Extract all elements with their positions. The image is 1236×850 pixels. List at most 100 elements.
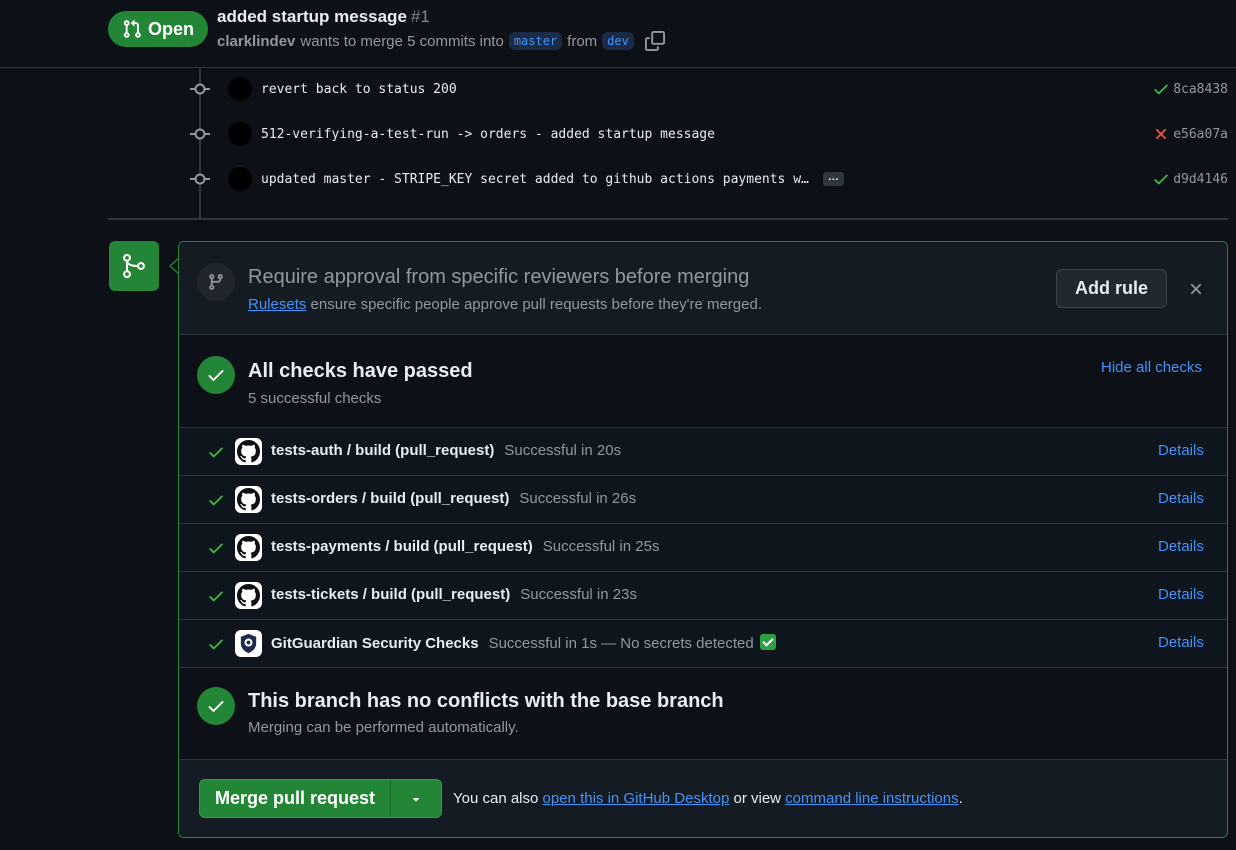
merge-status-icon-box <box>109 241 159 291</box>
pr-state-label: Open <box>147 18 194 39</box>
check-icon[interactable] <box>1152 80 1170 98</box>
timeline-divider <box>108 218 1228 220</box>
check-name: tests-orders / build (pull_request) <box>271 490 510 507</box>
pr-author-link[interactable]: clarklindev <box>217 33 295 50</box>
check-status: Successful in 1s — No secrets detected <box>488 635 754 652</box>
commit-sha-link[interactable]: 8ca8438 <box>1173 82 1228 97</box>
commit-row[interactable]: 512-verifying-a-test-run -> orders - add… <box>190 119 1236 149</box>
details-link[interactable]: Details <box>1158 586 1204 603</box>
merge-hint: You can also open this in GitHub Desktop… <box>453 790 963 807</box>
conflicts-subtitle: Merging can be performed automatically. <box>248 719 519 736</box>
avatar[interactable] <box>228 122 252 146</box>
check-status: Successful in 23s <box>520 586 637 603</box>
commit-sha-link[interactable]: e56a07a <box>1173 127 1228 142</box>
check-icon <box>208 701 224 712</box>
github-icon <box>235 486 262 513</box>
check-status: Successful in 25s <box>542 538 660 555</box>
merge-hint-prefix: You can also <box>453 790 539 807</box>
check-icon[interactable] <box>1152 170 1170 188</box>
commit-message-link[interactable]: updated master - STRIPE_KEY secret added… <box>261 172 809 187</box>
merge-hint-suffix: . <box>958 790 963 807</box>
check-icon <box>209 543 223 554</box>
github-icon <box>235 582 262 609</box>
checks-summary: All checks have passed 5 successful chec… <box>179 335 1227 428</box>
no-conflicts-badge <box>197 687 235 725</box>
checkmark-emoji-icon <box>759 634 776 650</box>
check-label: GitGuardian Security Checks Successful in… <box>271 634 776 652</box>
check-row[interactable]: tests-tickets / build (pull_request) Succ… <box>179 572 1227 620</box>
ruleset-description: Rulesets ensure specific people approve … <box>248 296 762 313</box>
merge-hint-middle: or view <box>733 790 781 807</box>
pull-request-icon <box>123 19 141 38</box>
commit-message-link[interactable]: 512-verifying-a-test-run -> orders - add… <box>261 127 715 142</box>
close-icon[interactable] <box>1187 280 1205 298</box>
git-branch-icon <box>209 274 223 290</box>
commit-sha-link[interactable]: d9d4146 <box>1173 172 1228 187</box>
check-status: Successful in 26s <box>519 490 637 507</box>
check-icon <box>208 370 224 381</box>
check-label: tests-payments / build (pull_request) Suc… <box>271 538 659 555</box>
check-name: tests-payments / build (pull_request) <box>271 538 533 555</box>
expand-commit-button[interactable]: … <box>822 172 844 186</box>
merge-button-group: Merge pull request <box>199 779 442 818</box>
pr-state-badge: Open <box>108 11 208 47</box>
check-name: tests-tickets / build (pull_request) <box>271 586 511 603</box>
check-row[interactable]: tests-payments / build (pull_request) Suc… <box>179 524 1227 572</box>
check-icon <box>209 591 223 602</box>
pr-number: #1 <box>410 7 430 26</box>
github-icon <box>235 438 262 465</box>
copy-icon[interactable] <box>644 31 665 51</box>
merge-method-dropdown[interactable] <box>391 780 441 817</box>
git-merge-icon <box>123 253 145 279</box>
ruleset-banner: Require approval from specific reviewers… <box>179 242 1227 335</box>
add-rule-button[interactable]: Add rule <box>1056 269 1167 308</box>
hide-all-checks-button[interactable]: Hide all checks <box>1101 359 1202 376</box>
from-text: from <box>567 32 598 50</box>
details-link[interactable]: Details <box>1158 634 1204 651</box>
details-link[interactable]: Details <box>1158 442 1204 459</box>
ruleset-icon-circle <box>197 263 235 301</box>
pr-meta: clarklindev wants to merge 5 commits int… <box>217 31 665 51</box>
rulesets-link[interactable]: Rulesets <box>248 296 306 313</box>
gitguardian-icon <box>235 630 262 657</box>
check-label: tests-orders / build (pull_request) Succe… <box>271 490 636 507</box>
github-icon <box>235 534 262 561</box>
command-line-instructions-link[interactable]: command line instructions <box>785 790 958 807</box>
avatar[interactable] <box>228 167 252 191</box>
avatar[interactable] <box>228 77 252 101</box>
check-row[interactable]: GitGuardian Security Checks Successful in… <box>179 620 1227 668</box>
commit-message-link[interactable]: revert back to status 200 <box>261 82 457 97</box>
x-icon[interactable] <box>1152 125 1170 143</box>
ruleset-title: Require approval from specific reviewers… <box>248 266 750 288</box>
check-icon <box>209 639 223 650</box>
merge-description: wants to merge 5 commits into <box>300 32 504 50</box>
check-status: Successful in 20s <box>504 442 622 459</box>
commit-node-icon <box>190 83 210 95</box>
merge-pull-request-button[interactable]: Merge pull request <box>200 780 391 817</box>
head-branch-tag[interactable]: dev <box>602 32 634 50</box>
check-name: tests-auth / build (pull_request) <box>271 442 495 459</box>
base-branch-tag[interactable]: master <box>508 32 563 50</box>
conflicts-section: This branch has no conflicts with the ba… <box>179 667 1227 760</box>
conflicts-title: This branch has no conflicts with the ba… <box>248 690 724 712</box>
commit-node-icon <box>190 173 210 185</box>
commit-row[interactable]: updated master - STRIPE_KEY secret added… <box>190 164 1236 194</box>
pr-header: Open added startup message #1 clarklindev… <box>0 0 1236 68</box>
check-icon <box>209 495 223 506</box>
pr-title-text: added startup message <box>217 7 407 26</box>
check-row[interactable]: tests-auth / build (pull_request) Success… <box>179 428 1227 476</box>
check-label: tests-tickets / build (pull_request) Succ… <box>271 586 637 603</box>
details-link[interactable]: Details <box>1158 490 1204 507</box>
github-desktop-link[interactable]: open this in GitHub Desktop <box>543 790 730 807</box>
details-link[interactable]: Details <box>1158 538 1204 555</box>
commit-row[interactable]: revert back to status 200 8ca8438 <box>190 74 1236 104</box>
checks-passed-badge <box>197 356 235 394</box>
checks-title: All checks have passed <box>248 360 473 382</box>
merge-action-section: Merge pull request You can also open thi… <box>179 760 1227 837</box>
check-label: tests-auth / build (pull_request) Success… <box>271 442 621 459</box>
ruleset-description-text: ensure specific people approve pull requ… <box>310 296 762 313</box>
commit-node-icon <box>190 128 210 140</box>
check-name: GitGuardian Security Checks <box>271 635 479 652</box>
check-row[interactable]: tests-orders / build (pull_request) Succe… <box>179 476 1227 524</box>
check-icon <box>209 447 223 458</box>
